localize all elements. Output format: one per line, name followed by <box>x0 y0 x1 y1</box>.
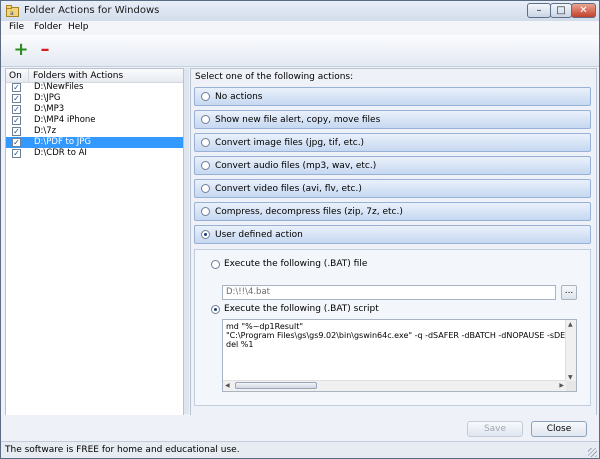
menu-help[interactable]: Help <box>68 22 89 32</box>
folder-path: D:\PDF to JPG <box>34 137 91 147</box>
actions-prompt: Select one of the following actions: <box>195 72 354 82</box>
folder-row[interactable]: ✓ D:\MP3 <box>6 104 183 115</box>
radio-bat-file[interactable] <box>211 260 220 269</box>
window-title: Folder Actions for Windows <box>24 5 160 16</box>
folder-path: D:\NewFiles <box>34 82 84 92</box>
add-folder-button[interactable]: + <box>13 39 29 60</box>
radio-button[interactable] <box>201 138 210 147</box>
status-text: The software is FREE for home and educat… <box>5 445 240 455</box>
radio-button-checked[interactable] <box>201 230 210 239</box>
save-button[interactable]: Save <box>467 421 523 437</box>
minimize-button[interactable]: – <box>527 3 551 18</box>
maximize-button[interactable]: □ <box>550 3 572 18</box>
script-line: del %1 <box>226 340 254 349</box>
status-bar: The software is FREE for home and educat… <box>1 441 599 458</box>
panel-splitter[interactable] <box>184 68 189 414</box>
folder-row[interactable]: ✓ D:\MP4 iPhone <box>6 115 183 126</box>
folder-path: D:\7z <box>34 126 57 136</box>
scroll-right-icon[interactable]: ▶ <box>559 382 564 389</box>
action-option-convert-video[interactable]: Convert video files (avi, flv, etc.) <box>194 179 591 198</box>
action-option-file-alert[interactable]: Show new file alert, copy, move files <box>194 110 591 129</box>
column-header-on[interactable]: On <box>9 71 22 81</box>
folder-path: D:\CDR to AI <box>34 148 87 158</box>
folder-path: D:\MP4 iPhone <box>34 115 96 125</box>
action-label: No actions <box>215 92 263 102</box>
action-option-compress[interactable]: Compress, decompress files (zip, 7z, etc… <box>194 202 591 221</box>
radio-button[interactable] <box>201 184 210 193</box>
action-label: Convert video files (avi, flv, etc.) <box>215 184 362 194</box>
folders-list-header: On Folders with Actions <box>6 69 183 83</box>
action-label: User defined action <box>215 230 303 240</box>
folder-path: D:\MP3 <box>34 104 65 114</box>
folder-checkbox[interactable]: ✓ <box>12 138 21 147</box>
action-label: Convert image files (jpg, tif, etc.) <box>215 138 365 148</box>
action-option-convert-audio[interactable]: Convert audio files (mp3, wav, etc.) <box>194 156 591 175</box>
resize-grip-icon[interactable] <box>588 448 597 457</box>
folder-row[interactable]: ✓ D:\JPG <box>6 93 183 104</box>
horizontal-scroll-thumb[interactable] <box>235 382 317 389</box>
radio-button[interactable] <box>201 115 210 124</box>
radio-button[interactable] <box>201 207 210 216</box>
folder-app-icon: a <box>6 5 19 17</box>
scroll-down-icon[interactable]: ▼ <box>568 374 573 381</box>
action-label: Show new file alert, copy, move files <box>215 115 381 125</box>
action-label: Compress, decompress files (zip, 7z, etc… <box>215 207 403 217</box>
action-option-no-actions[interactable]: No actions <box>194 87 591 106</box>
folder-row[interactable]: ✓ D:\CDR to AI <box>6 148 183 159</box>
scroll-left-icon[interactable]: ◀ <box>225 382 230 389</box>
folder-checkbox[interactable]: ✓ <box>12 83 21 92</box>
title-bar[interactable]: a Folder Actions for Windows – □ ✕ <box>1 1 599 21</box>
bat-file-input[interactable]: D:\!!\4.bat <box>222 285 556 300</box>
close-button[interactable]: Close <box>531 421 587 437</box>
radio-bat-script[interactable] <box>211 305 220 314</box>
folder-row-selected[interactable]: ✓ D:\PDF to JPG <box>6 137 183 148</box>
scroll-corner <box>566 381 576 391</box>
folder-path: D:\JPG <box>34 93 61 103</box>
horizontal-scrollbar[interactable]: ◀ ▶ <box>223 380 566 391</box>
folders-list: On Folders with Actions ✓ D:\NewFiles ✓ … <box>5 68 184 416</box>
actions-panel: Select one of the following actions: No … <box>190 68 597 416</box>
bat-script-textarea[interactable]: md "%~dp1Result" "C:\Program Files\gs\gs… <box>222 319 577 392</box>
action-label: Convert audio files (mp3, wav, etc.) <box>215 161 377 171</box>
action-option-convert-image[interactable]: Convert image files (jpg, tif, etc.) <box>194 133 591 152</box>
folder-checkbox[interactable]: ✓ <box>12 105 21 114</box>
bat-file-label: Execute the following (.BAT) file <box>224 259 368 269</box>
button-bar: Save Close <box>1 415 599 441</box>
menu-folder[interactable]: Folder <box>34 22 62 32</box>
folder-row[interactable]: ✓ D:\7z <box>6 126 183 137</box>
bat-script-label: Execute the following (.BAT) script <box>224 304 379 314</box>
folder-checkbox[interactable]: ✓ <box>12 127 21 136</box>
user-defined-action-box: Execute the following (.BAT) file D:\!!\… <box>194 249 591 406</box>
action-option-user-defined[interactable]: User defined action <box>194 225 591 244</box>
scroll-up-icon[interactable]: ▲ <box>568 321 573 328</box>
radio-button[interactable] <box>201 92 210 101</box>
script-line: "C:\Program Files\gs\gs9.02\bin\gswin64c… <box>226 331 577 340</box>
column-divider[interactable] <box>28 69 29 82</box>
script-line: md "%~dp1Result" <box>226 322 304 331</box>
close-window-button[interactable]: ✕ <box>571 3 596 18</box>
toolbar: + – <box>1 35 599 67</box>
vertical-scrollbar[interactable]: ▲ ▼ <box>565 320 576 382</box>
radio-button[interactable] <box>201 161 210 170</box>
minus-icon: – <box>40 39 50 60</box>
folder-checkbox[interactable]: ✓ <box>12 116 21 125</box>
remove-folder-button[interactable]: – <box>37 39 53 60</box>
svg-text:a: a <box>10 10 14 17</box>
column-header-folders[interactable]: Folders with Actions <box>33 71 123 81</box>
folder-checkbox[interactable]: ✓ <box>12 149 21 158</box>
folder-row[interactable]: ✓ D:\NewFiles <box>6 82 183 93</box>
menu-bar: File Folder Help <box>1 21 599 35</box>
menu-file[interactable]: File <box>9 22 24 32</box>
folder-checkbox[interactable]: ✓ <box>12 94 21 103</box>
plus-icon: + <box>13 39 29 60</box>
browse-button[interactable]: ... <box>561 285 577 300</box>
app-window: a Folder Actions for Windows – □ ✕ File … <box>0 0 600 459</box>
